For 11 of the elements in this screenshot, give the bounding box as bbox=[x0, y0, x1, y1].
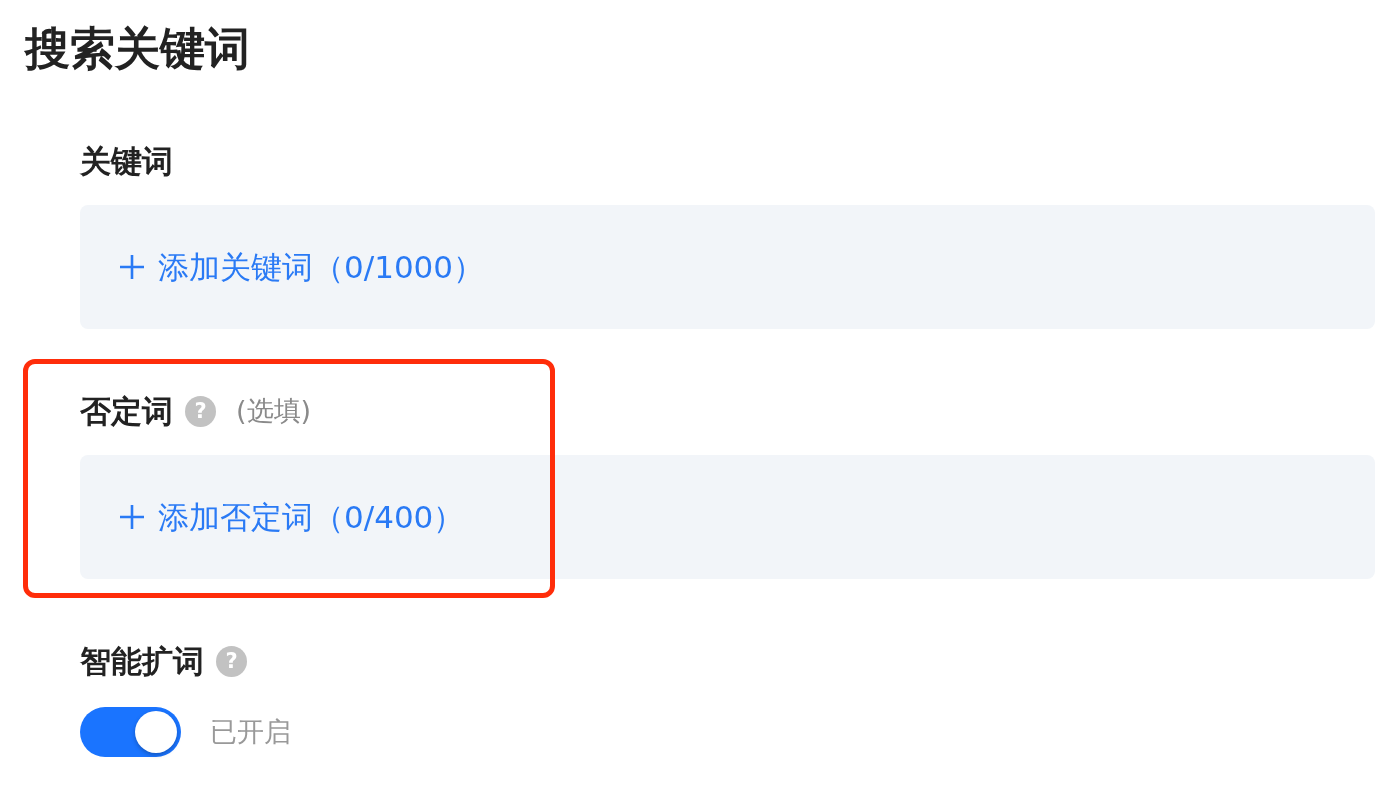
add-button[interactable]: 添加否定词（0/400） bbox=[120, 497, 465, 537]
field-label: 智能扩词 bbox=[80, 644, 204, 678]
field-label: 关键词 bbox=[80, 144, 173, 178]
add-button[interactable]: 添加关键词（0/1000） bbox=[120, 247, 485, 287]
plus-icon bbox=[120, 505, 144, 529]
switch-status: 已开启 bbox=[210, 715, 291, 749]
field-label: 否定词 bbox=[80, 394, 173, 428]
optional-note: (选填) bbox=[236, 394, 312, 428]
page-title: 搜索关键词 bbox=[25, 26, 250, 72]
plus-icon bbox=[120, 255, 144, 279]
toggle-switch[interactable] bbox=[80, 707, 181, 757]
